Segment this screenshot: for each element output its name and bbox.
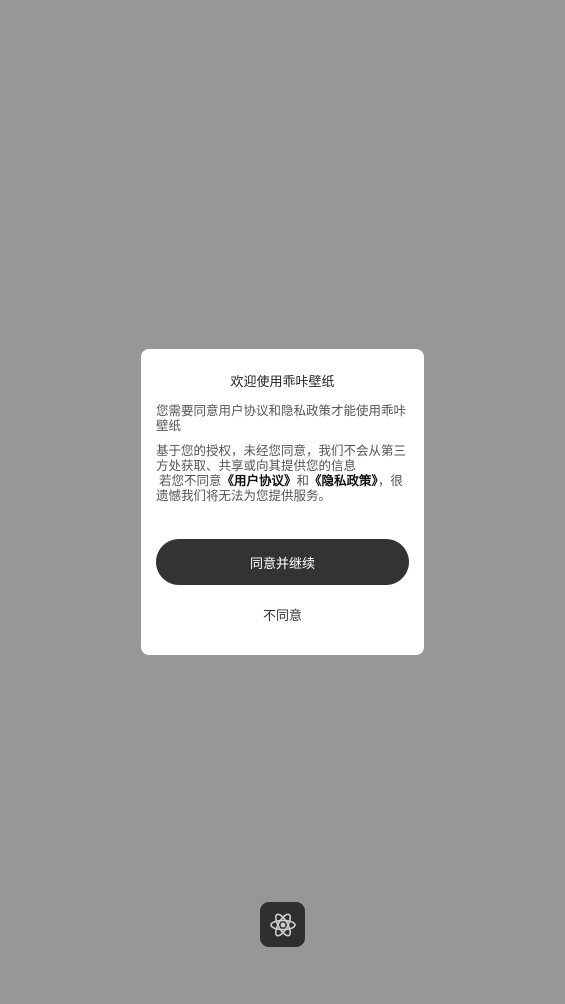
disagree-button[interactable]: 不同意 [141, 605, 424, 629]
agree-continue-button[interactable]: 同意并继续 [156, 539, 409, 585]
dialog-title: 欢迎使用乖咔壁纸 [230, 375, 335, 390]
dialog-authorization-text: 基于您的授权，未经您同意，我们不会从第三方处获取、共享或向其提供您的信息 [156, 443, 407, 473]
dialog-intro-text: 您需要同意用户协议和隐私政策才能使用乖咔壁纸 [156, 403, 407, 433]
atom-icon [269, 913, 296, 936]
consent-dialog: 欢迎使用乖咔壁纸 您需要同意用户协议和隐私政策才能使用乖咔壁纸 基于您的授权，未… [141, 349, 424, 655]
app-icon[interactable] [260, 902, 305, 947]
notice-and: 和 [296, 473, 310, 488]
privacy-policy-link[interactable]: 《隐私政策》 [309, 473, 378, 488]
notice-prefix: 若您不同意 [159, 473, 222, 488]
dialog-disagree-notice: 若您不同意《用户协议》和《隐私政策》，很遗憾我们将无法为您提供服务。 [156, 473, 409, 503]
user-agreement-link[interactable]: 《用户协议》 [222, 473, 297, 488]
screen: 欢迎使用乖咔壁纸 您需要同意用户协议和隐私政策才能使用乖咔壁纸 基于您的授权，未… [0, 0, 565, 1004]
